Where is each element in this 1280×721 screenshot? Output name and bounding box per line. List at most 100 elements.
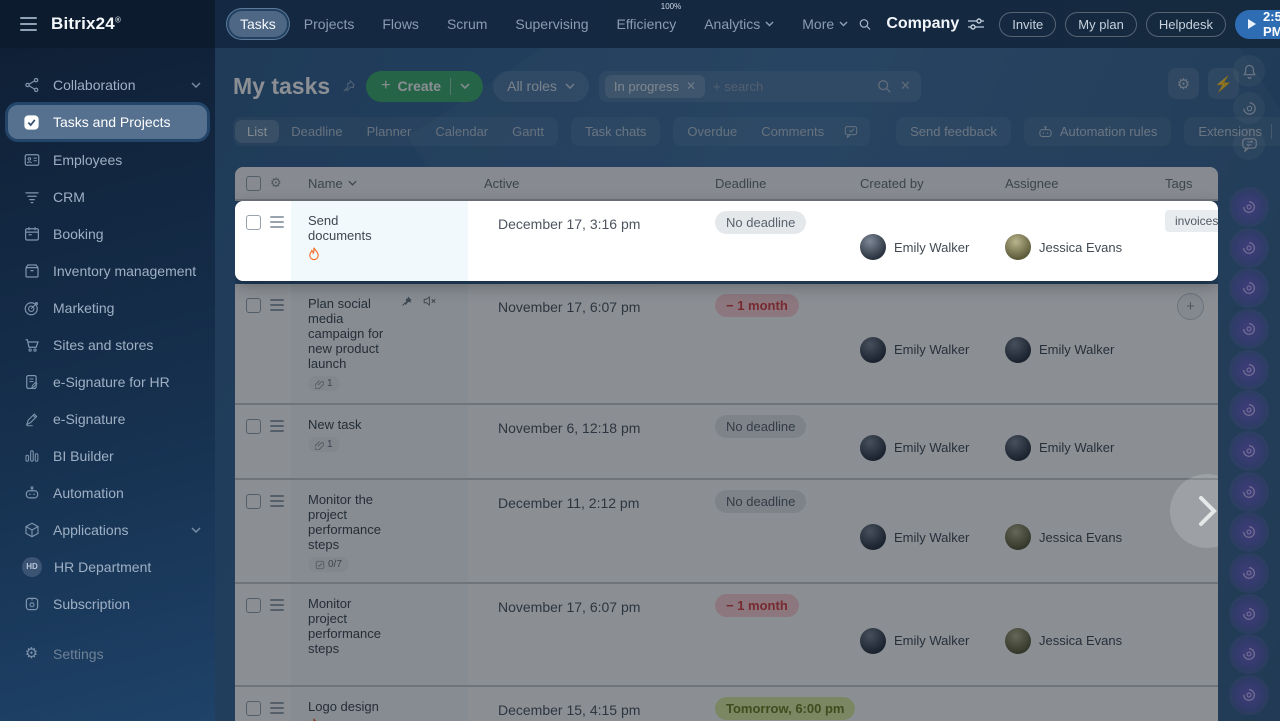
topbar-nav-projects[interactable]: Projects bbox=[293, 11, 366, 37]
tab-planner[interactable]: Planner bbox=[355, 120, 424, 143]
copilot-row-icon[interactable] bbox=[1232, 556, 1266, 590]
deadline-badge[interactable]: − 1 month bbox=[715, 594, 799, 617]
assignee-cell[interactable]: Emily Walker bbox=[1005, 405, 1165, 478]
row-checkbox[interactable] bbox=[246, 701, 261, 716]
sidebar-item-hr-department[interactable]: HD HR Department bbox=[0, 548, 215, 585]
copilot-row-icon[interactable] bbox=[1232, 271, 1266, 305]
column-header-created-by[interactable]: Created by bbox=[860, 176, 1005, 191]
created-by-cell[interactable]: Emily Walker bbox=[860, 201, 1005, 281]
topbar-nav-tasks[interactable]: Tasks bbox=[229, 11, 287, 37]
task-name-cell[interactable]: Logo design bbox=[291, 687, 468, 721]
clock-widget[interactable]: 2:52 PM bbox=[1235, 9, 1280, 39]
sidebar-item-sites-stores[interactable]: Sites and stores bbox=[0, 326, 215, 363]
invite-button[interactable]: Invite bbox=[999, 11, 1057, 37]
row-checkbox[interactable] bbox=[246, 598, 261, 613]
sidebar-item-marketing[interactable]: Marketing bbox=[0, 289, 215, 326]
topbar-nav-efficiency[interactable]: 100% Efficiency bbox=[606, 2, 688, 37]
add-tag-button[interactable]: + bbox=[1177, 293, 1204, 320]
remove-filter-icon[interactable]: ✕ bbox=[686, 79, 696, 93]
assignee-cell[interactable]: Jessica Evans bbox=[1005, 201, 1165, 281]
copilot-row-icon[interactable] bbox=[1232, 597, 1266, 631]
column-header-deadline[interactable]: Deadline bbox=[712, 176, 860, 191]
roles-dropdown[interactable]: All roles bbox=[493, 70, 589, 102]
table-row[interactable]: Monitor project performance steps Novemb… bbox=[235, 584, 1218, 687]
row-checkbox[interactable] bbox=[246, 419, 261, 434]
drag-handle-icon[interactable] bbox=[270, 604, 284, 606]
grid-settings-button[interactable]: ⚙ bbox=[1168, 68, 1199, 99]
topbar-nav-analytics[interactable]: Analytics bbox=[693, 11, 785, 37]
drag-handle-icon[interactable] bbox=[270, 304, 284, 306]
tab-deadline[interactable]: Deadline bbox=[279, 120, 354, 143]
copilot-row-icon[interactable] bbox=[1232, 434, 1266, 468]
sidebar-item-employees[interactable]: Employees bbox=[0, 141, 215, 178]
clear-search-icon[interactable]: ✕ bbox=[900, 78, 911, 94]
drag-handle-icon[interactable] bbox=[270, 425, 284, 427]
automation-rules-button[interactable]: Automation rules bbox=[1023, 117, 1172, 146]
task-name[interactable]: Monitor the project performance steps bbox=[308, 492, 392, 552]
search-icon[interactable] bbox=[859, 16, 871, 33]
table-row[interactable]: Monitor the project performance steps 0/… bbox=[235, 480, 1218, 584]
tab-calendar[interactable]: Calendar bbox=[423, 120, 500, 143]
app-logo[interactable]: Bitrix24® bbox=[51, 14, 121, 34]
notifications-bell-icon[interactable] bbox=[1233, 55, 1265, 87]
copilot-row-icon[interactable] bbox=[1232, 515, 1266, 549]
copilot-row-icon[interactable] bbox=[1232, 475, 1266, 509]
column-header-tags[interactable]: Tags bbox=[1165, 176, 1218, 191]
task-name[interactable]: Monitor project performance steps bbox=[308, 596, 392, 656]
copilot-row-icon[interactable] bbox=[1232, 190, 1266, 224]
created-by-cell[interactable]: Emily Walker bbox=[860, 480, 1005, 582]
copilot-icon[interactable] bbox=[1233, 92, 1265, 124]
row-checkbox[interactable] bbox=[246, 298, 261, 313]
sidebar-item-crm[interactable]: CRM bbox=[0, 178, 215, 215]
column-header-assignee[interactable]: Assignee bbox=[1005, 176, 1165, 191]
drag-handle-icon[interactable] bbox=[270, 221, 284, 223]
row-checkbox[interactable] bbox=[246, 215, 261, 230]
tag-badge[interactable]: invoices bbox=[1165, 210, 1218, 232]
sidebar-item-tasks-and-projects[interactable]: Tasks and Projects bbox=[8, 105, 207, 139]
table-row[interactable]: Send documents December 17, 3:16 pm No d… bbox=[235, 201, 1218, 281]
assignee-cell[interactable]: Jessica Evans bbox=[1005, 584, 1165, 685]
topbar-nav-flows[interactable]: Flows bbox=[371, 11, 430, 37]
tab-list[interactable]: List bbox=[235, 120, 280, 143]
table-row[interactable]: Logo design December 15, 4:15 pm Tomorro… bbox=[235, 687, 1218, 721]
comments-filter[interactable]: Comments bbox=[749, 120, 836, 143]
copilot-row-icon[interactable] bbox=[1232, 353, 1266, 387]
menu-icon[interactable] bbox=[20, 17, 37, 31]
task-name[interactable]: Plan social media campaign for new produ… bbox=[308, 296, 392, 371]
sidebar-item-bi-builder[interactable]: BI Builder bbox=[0, 437, 215, 474]
deadline-badge[interactable]: − 1 month bbox=[715, 294, 799, 317]
copilot-row-icon[interactable] bbox=[1232, 678, 1266, 712]
table-row[interactable]: Plan social media campaign for new produ… bbox=[235, 284, 1218, 405]
sidebar-item-settings[interactable]: ⚙ Settings bbox=[0, 635, 215, 672]
task-search-bar[interactable]: In progress ✕ + search ✕ bbox=[598, 70, 921, 102]
sidebar-item-inventory[interactable]: Inventory management bbox=[0, 252, 215, 289]
sidebar-item-automation[interactable]: Automation bbox=[0, 474, 215, 511]
send-feedback-button[interactable]: Send feedback bbox=[896, 117, 1011, 146]
task-name[interactable]: Send documents bbox=[308, 213, 392, 243]
deadline-badge[interactable]: No deadline bbox=[715, 490, 807, 513]
assignee-cell[interactable]: Emily Walker bbox=[1005, 687, 1165, 721]
filter-chip-in-progress[interactable]: In progress ✕ bbox=[604, 74, 706, 98]
sidebar-item-applications[interactable]: Applications bbox=[0, 511, 215, 548]
table-row[interactable]: New task 1 November 6, 12:18 pm No deadl… bbox=[235, 405, 1218, 480]
copilot-row-icon[interactable] bbox=[1232, 312, 1266, 346]
created-by-cell[interactable]: Emily Walker bbox=[860, 687, 1005, 721]
select-all-checkbox[interactable] bbox=[246, 175, 261, 191]
create-button[interactable]: + Create bbox=[366, 70, 484, 102]
created-by-cell[interactable]: Emily Walker bbox=[860, 405, 1005, 478]
create-dropdown-chevron[interactable] bbox=[460, 83, 479, 89]
task-name-cell[interactable]: Send documents bbox=[291, 201, 468, 281]
task-name-cell[interactable]: Monitor project performance steps bbox=[291, 584, 468, 685]
assignee-cell[interactable]: Emily Walker bbox=[1005, 284, 1165, 403]
helpdesk-button[interactable]: Helpdesk bbox=[1145, 11, 1227, 37]
tab-gantt[interactable]: Gantt bbox=[500, 120, 556, 143]
my-plan-button[interactable]: My plan bbox=[1065, 11, 1137, 37]
copilot-row-icon[interactable] bbox=[1232, 637, 1266, 671]
created-by-cell[interactable]: Emily Walker bbox=[860, 284, 1005, 403]
sidebar-item-subscription[interactable]: Subscription bbox=[0, 585, 215, 622]
topbar-nav-more[interactable]: More bbox=[791, 11, 859, 37]
chat-check-icon[interactable] bbox=[836, 121, 868, 143]
company-selector[interactable]: Company bbox=[886, 15, 985, 33]
task-name-cell[interactable]: Monitor the project performance steps 0/… bbox=[291, 480, 468, 582]
task-name[interactable]: New task bbox=[308, 417, 392, 432]
